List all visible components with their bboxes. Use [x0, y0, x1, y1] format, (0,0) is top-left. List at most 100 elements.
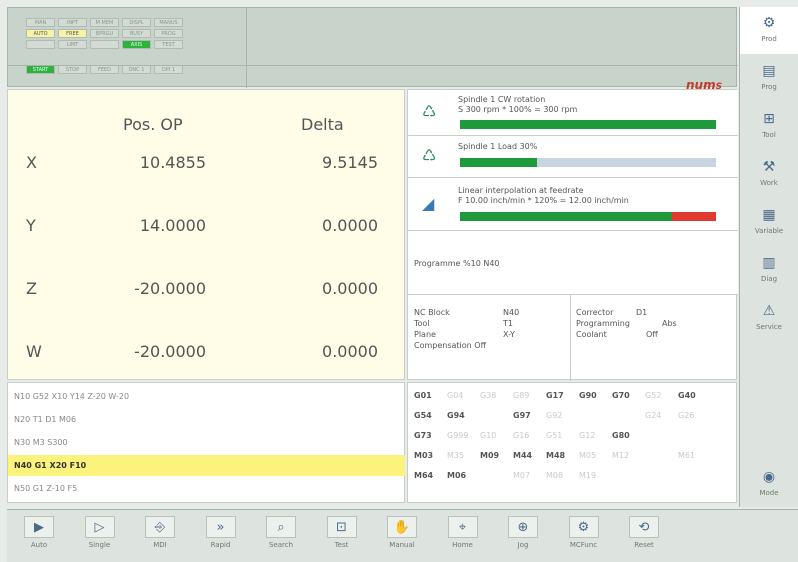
status-indicator: STOP — [58, 65, 87, 74]
nc-divider — [570, 295, 571, 381]
active-code: G40 — [678, 391, 696, 400]
menu-mode[interactable]: ◉ Mode — [740, 461, 798, 508]
tool-icon: ⊞ — [763, 111, 775, 127]
active-code: G17 — [546, 391, 564, 400]
mcfunc-icon: ⚙ — [568, 516, 599, 538]
program-line[interactable]: N40 G1 X20 F10 — [8, 455, 405, 476]
reset-icon: ⟲ — [629, 516, 659, 538]
status-indicator: INPT — [58, 18, 87, 27]
status-indicator: AUTO — [26, 29, 55, 38]
active-code: G04 — [447, 391, 464, 400]
active-code: G52 — [645, 391, 662, 400]
programme-label: Programme %10 N40 — [414, 259, 500, 268]
axis-delta-z: 0.0000 — [322, 279, 378, 298]
status-indicator: MANUS — [154, 18, 183, 27]
softkey-test[interactable]: ⊡ Test — [314, 510, 370, 562]
nc-block-label: NC Block — [414, 308, 450, 317]
status-indicator: DNC 1 — [122, 65, 151, 74]
softkey-single[interactable]: ▷ Single — [72, 510, 128, 562]
softkey-mcfunc[interactable]: ⚙ MCFunc — [556, 510, 612, 562]
load-row: ♺ Spindle 1 Load 30% — [408, 136, 738, 178]
axis-delta-x: 9.5145 — [322, 153, 378, 172]
softkey-manual[interactable]: ✋ Manual — [374, 510, 430, 562]
blank-icon — [754, 397, 784, 417]
mode-icon: ◉ — [762, 469, 776, 485]
softkey-label: Home — [452, 541, 473, 549]
spindle-detail: S 300 rpm * 100% = 300 rpm — [458, 105, 578, 114]
menu-blank[interactable] — [740, 391, 798, 438]
program-line[interactable]: N10 G52 X10 Y14 Z-20 W-20 — [8, 386, 405, 407]
softkey-label: MDI — [153, 541, 167, 549]
active-code: G94 — [447, 411, 465, 420]
diag-icon: ▥ — [762, 255, 776, 271]
menu-label: Variable — [754, 227, 784, 235]
axis-name-y: Y — [26, 216, 36, 235]
softkey-label: Reset — [634, 541, 654, 549]
active-code: M64 — [414, 471, 434, 480]
program-listing: N10 G52 X10 Y14 Z-20 W-20 N20 T1 D1 M06 N3… — [7, 382, 405, 503]
axis-pos-x: 10.4855 — [139, 153, 206, 172]
status-indicator — [90, 40, 119, 49]
coolant-label: Coolant — [576, 330, 607, 339]
axis-name-w: W — [26, 342, 42, 361]
status-indicator: PROG — [154, 29, 183, 38]
program-line[interactable]: N20 T1 D1 M06 — [8, 409, 405, 430]
menu-work[interactable]: ⚒ Work — [740, 151, 798, 198]
menu-diag[interactable]: ▥ Diag — [740, 247, 798, 294]
pos-op-header: Pos. OP — [123, 115, 183, 134]
active-code: G12 — [579, 431, 596, 440]
menu-variable[interactable]: ▦ Variable — [740, 199, 798, 246]
softkey-rapid[interactable]: » Rapid — [193, 510, 249, 562]
softkey-home[interactable]: ⌖ Home — [435, 510, 491, 562]
jog-icon: ⊕ — [508, 516, 538, 538]
softkey-mdi[interactable]: ⎆ MDI — [132, 510, 188, 562]
interp-title: Linear interpolation at feedrate — [458, 186, 584, 195]
menu-prod[interactable]: ⚙ Prod — [740, 7, 798, 54]
softkey-label: Manual — [389, 541, 415, 549]
program-line[interactable]: N30 M3 S300 — [8, 432, 405, 453]
machine-state-panel: ♺ Spindle 1 CW rotation S 300 rpm * 100%… — [407, 89, 738, 381]
nc-block-value: N40 — [503, 308, 520, 317]
programme-row: Programme %10 N40 — [408, 231, 738, 295]
prod-icon: ⚙ — [762, 15, 776, 31]
manual-icon: ✋ — [387, 516, 417, 538]
active-code: G26 — [678, 411, 695, 420]
softkey-auto[interactable]: ▶ Auto — [11, 510, 67, 562]
active-code: G10 — [480, 431, 497, 440]
position-panel: Pos. OP Delta X 10.4855 9.5145 Y 14.0000 0.00… — [7, 89, 405, 380]
menu-tool[interactable]: ⊞ Tool — [740, 103, 798, 150]
softkey-jog[interactable]: ⊕ Jog — [495, 510, 551, 562]
status-indicator: MAN — [26, 18, 55, 27]
mdi-icon: ⎆ — [145, 516, 175, 538]
active-code: G97 — [513, 411, 531, 420]
active-code: G24 — [645, 411, 662, 420]
menu-prog[interactable]: ▤ Prog — [740, 55, 798, 102]
rapid-icon: » — [205, 516, 236, 538]
active-code: G54 — [414, 411, 432, 420]
active-code: G38 — [480, 391, 497, 400]
status-indicator: BPRGU — [90, 29, 119, 38]
status-indicator — [26, 40, 55, 49]
right-menu: ⚙ Prod ▤ Prog ⊞ Tool ⚒ Work ▦ Variable ▥ Diag ⚠ Servi… — [739, 7, 798, 507]
active-code: G90 — [579, 391, 597, 400]
service-icon: ⚠ — [762, 303, 776, 319]
active-code: M09 — [480, 451, 500, 460]
test-icon: ⊡ — [326, 516, 357, 538]
status-indicator: FREE — [58, 29, 87, 38]
softkey-reset[interactable]: ⟲ Reset — [616, 510, 672, 562]
menu-blank[interactable] — [740, 343, 798, 390]
axis-pos-w: -20.0000 — [134, 342, 206, 361]
axis-pos-y: 14.0000 — [139, 216, 206, 235]
active-code: G16 — [513, 431, 530, 440]
active-code: M08 — [546, 471, 564, 480]
program-line[interactable]: N50 G1 Z-10 F5 — [8, 478, 405, 499]
softkey-label: Auto — [30, 541, 48, 549]
axis-name-x: X — [26, 153, 37, 172]
menu-service[interactable]: ⚠ Service — [740, 295, 798, 342]
load-bar — [460, 158, 716, 167]
menu-label: Prod — [761, 35, 777, 43]
axis-delta-w: 0.0000 — [322, 342, 378, 361]
active-code: G51 — [546, 431, 563, 440]
softkey-search[interactable]: ⌕ Search — [253, 510, 309, 562]
active-code: G89 — [513, 391, 530, 400]
